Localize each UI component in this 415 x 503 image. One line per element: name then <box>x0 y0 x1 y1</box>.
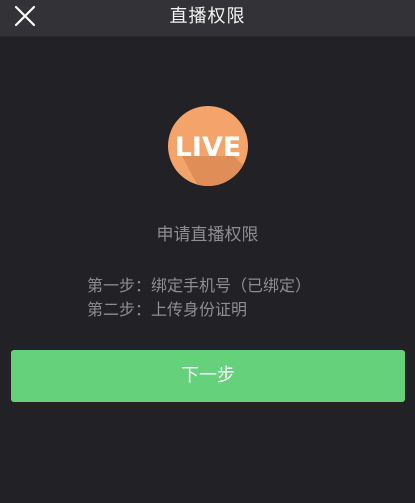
step-two: 第二步：上传身份证明 <box>87 300 248 319</box>
nav-bar: 直播权限 <box>0 0 415 37</box>
live-logo-text: LIVE <box>175 132 242 163</box>
app-screen: 直播权限 LIVE 申请直播权限 第一步：绑定手机号（已绑定） 第二步：上传身份… <box>0 0 415 503</box>
step-one: 第一步：绑定手机号（已绑定） <box>87 276 312 295</box>
page-title: 直播权限 <box>169 6 246 27</box>
next-step-button[interactable]: 下一步 <box>11 350 405 402</box>
apply-heading: 申请直播权限 <box>156 225 259 245</box>
steps-list: 第一步：绑定手机号（已绑定） 第二步：上传身份证明 <box>87 274 311 322</box>
live-logo: LIVE <box>168 106 248 186</box>
